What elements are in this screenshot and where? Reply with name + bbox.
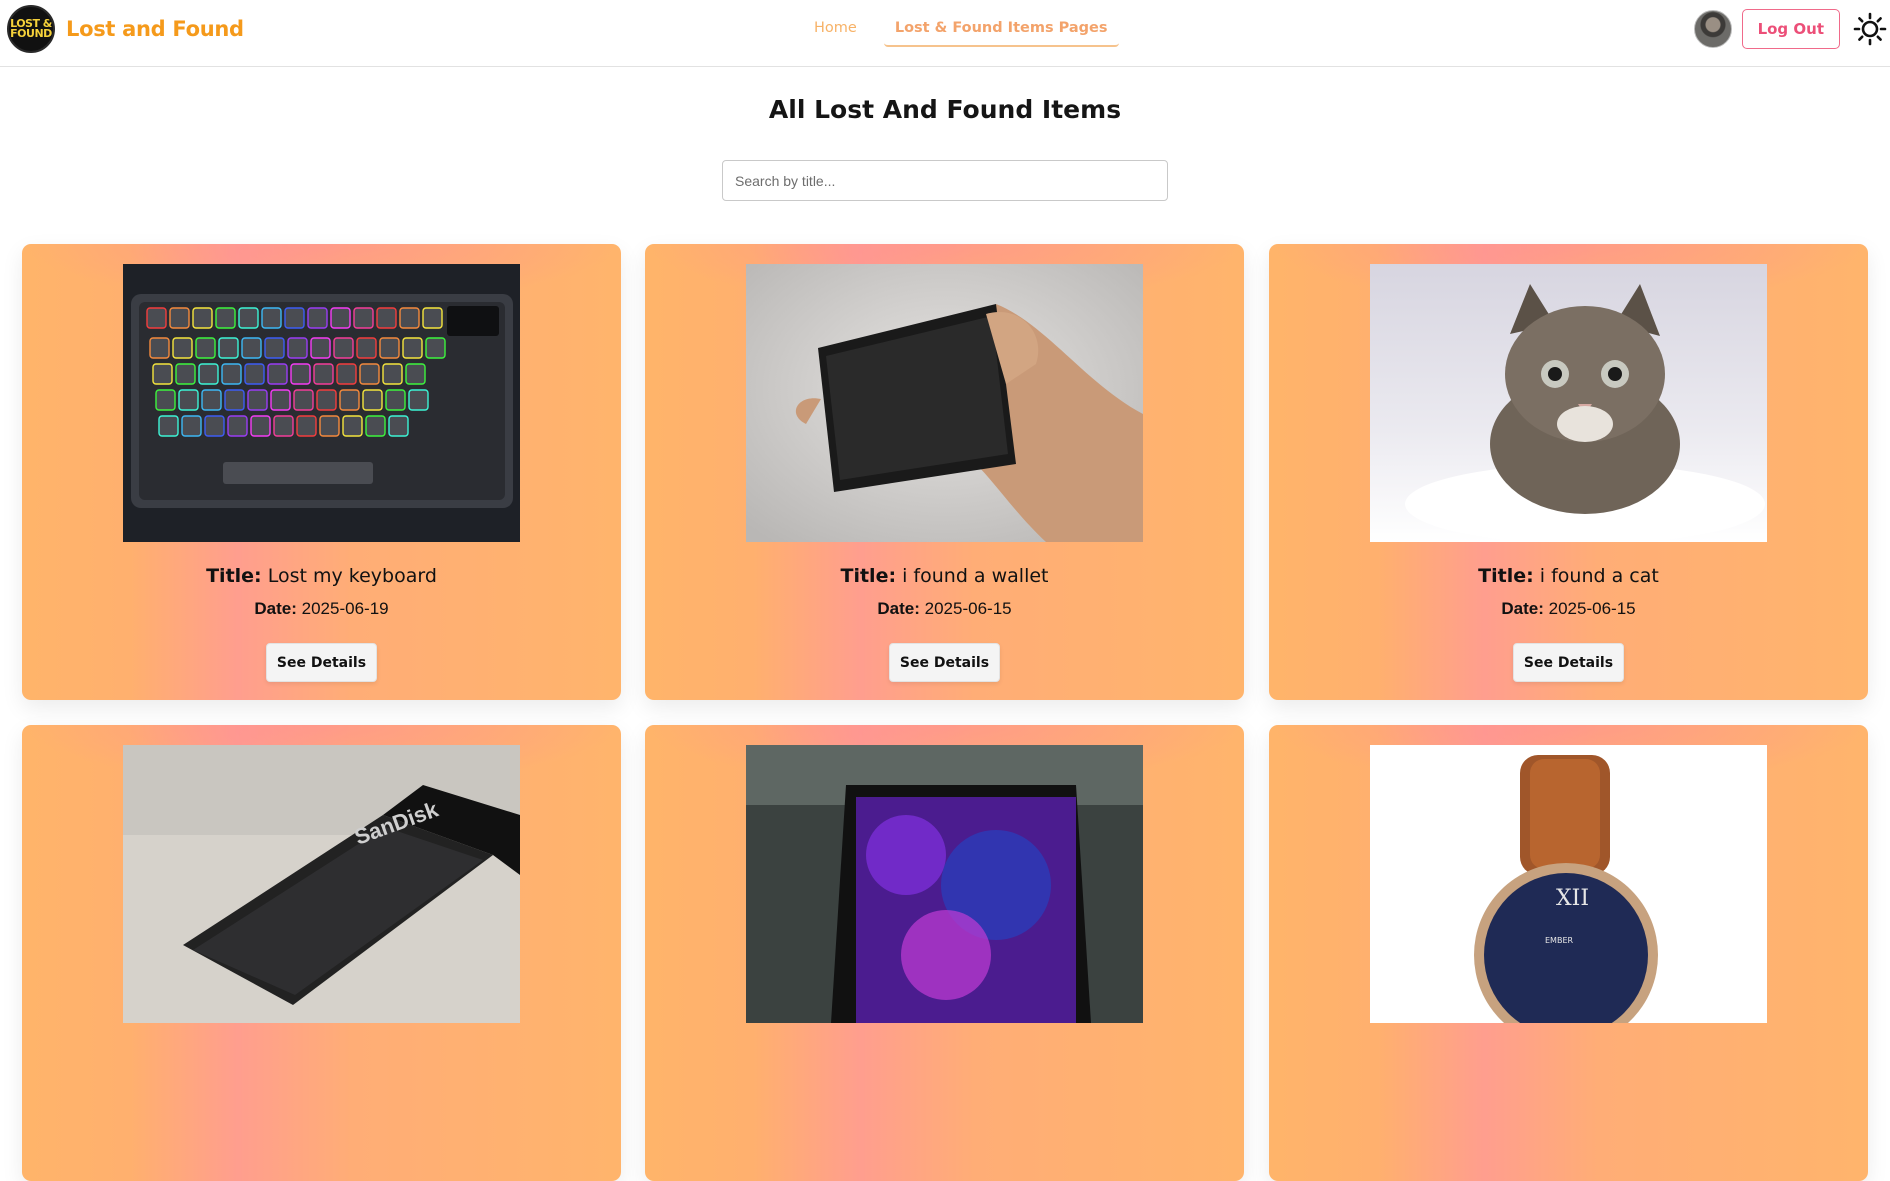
item-title: Title: i found a cat: [1269, 565, 1868, 587]
item-date: Date: 2025-06-15: [645, 599, 1244, 619]
page-title: All Lost And Found Items: [768, 95, 1122, 124]
see-details-button[interactable]: See Details: [266, 643, 377, 682]
svg-text:EMBER: EMBER: [1545, 936, 1574, 945]
date-label: Date:: [1501, 599, 1544, 618]
see-details-button[interactable]: See Details: [1513, 643, 1624, 682]
sun-icon[interactable]: [1850, 9, 1890, 49]
logout-button[interactable]: Log Out: [1741, 9, 1840, 49]
date-label: Date:: [254, 599, 297, 618]
item-image-usb-drive: SanDisk: [123, 745, 520, 1023]
item-image-wallet: [746, 264, 1143, 542]
item-date: Date: 2025-06-15: [1269, 599, 1868, 619]
navbar: LOST & FOUND Lost and Found Home Lost & …: [0, 0, 1890, 67]
item-date-value: 2025-06-15: [1548, 599, 1636, 618]
date-label: Date:: [877, 599, 920, 618]
search-input[interactable]: [722, 160, 1168, 201]
brand[interactable]: LOST & FOUND Lost and Found: [7, 5, 244, 53]
item-image-watch: XII EMBER: [1370, 745, 1767, 1023]
nav-link-items-pages[interactable]: Lost & Found Items Pages: [883, 14, 1119, 47]
item-card: XII EMBER: [1269, 725, 1868, 1181]
item-date-value: 2025-06-19: [301, 599, 389, 618]
nav-links: Home Lost & Found Items Pages: [803, 14, 1135, 47]
logo-text-line2: FOUND: [10, 27, 52, 40]
item-title: Title: Lost my keyboard: [22, 565, 621, 587]
item-card: [645, 725, 1244, 1181]
nav-link-home[interactable]: Home: [803, 14, 868, 47]
item-card: Title: i found a wallet Date: 2025-06-15…: [645, 244, 1244, 700]
title-label: Title:: [206, 565, 262, 587]
item-title-value: i found a wallet: [902, 565, 1049, 587]
nav-right: Log Out: [1693, 9, 1890, 49]
brand-name[interactable]: Lost and Found: [66, 17, 244, 41]
title-label: Title:: [840, 565, 897, 587]
svg-text:XII: XII: [1556, 886, 1589, 911]
item-date-value: 2025-06-15: [924, 599, 1012, 618]
item-title: Title: i found a wallet: [645, 565, 1244, 587]
item-image-keyboard: [123, 264, 520, 542]
item-title-value: i found a cat: [1539, 565, 1659, 587]
item-title-value: Lost my keyboard: [267, 565, 437, 587]
avatar[interactable]: [1693, 10, 1732, 48]
item-image-laptop: [746, 745, 1143, 1023]
item-date: Date: 2025-06-19: [22, 599, 621, 619]
item-card: SanDisk: [22, 725, 621, 1181]
item-card: Title: i found a cat Date: 2025-06-15 Se…: [1269, 244, 1868, 700]
logo[interactable]: LOST & FOUND: [7, 5, 55, 53]
title-label: Title:: [1478, 565, 1534, 587]
see-details-button[interactable]: See Details: [889, 643, 1000, 682]
item-card: Title: Lost my keyboard Date: 2025-06-19…: [22, 244, 621, 700]
item-image-cat: [1370, 264, 1767, 542]
